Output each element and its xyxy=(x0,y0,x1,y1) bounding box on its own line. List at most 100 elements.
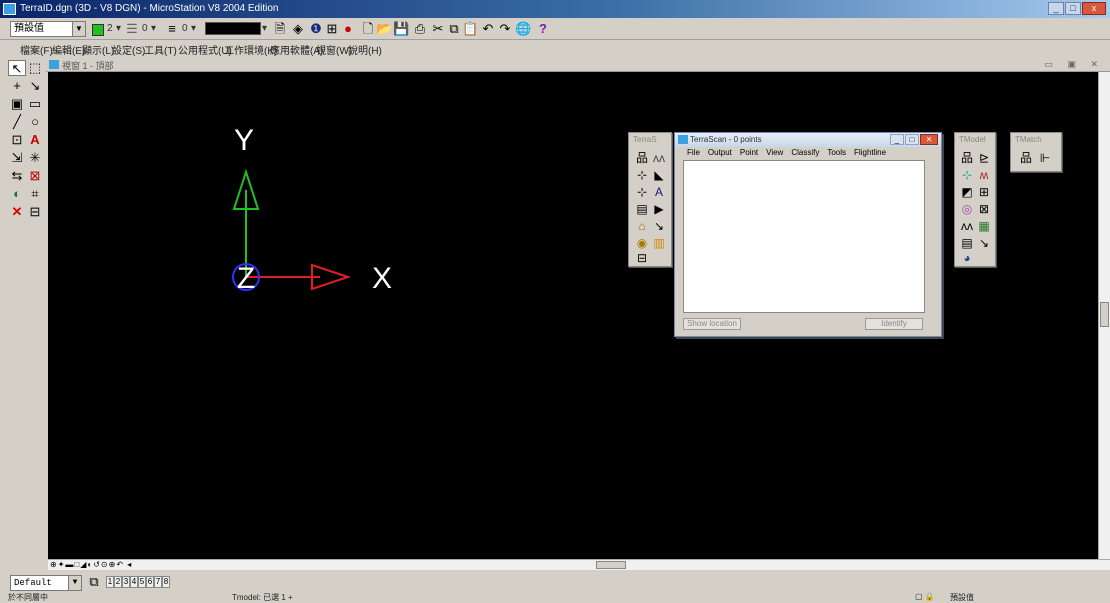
text-icon[interactable]: A xyxy=(26,132,44,148)
menu-file[interactable]: 檔案(F) xyxy=(20,42,53,57)
vertical-scroll-thumb[interactable] xyxy=(1100,302,1109,327)
tool-icon[interactable]: ʍ xyxy=(977,168,991,182)
tool-icon[interactable]: A xyxy=(652,185,666,199)
color-swatch-icon[interactable] xyxy=(90,21,106,37)
terrascan-titlebar[interactable]: TerraScan - 0 points _ □ ✕ xyxy=(675,133,941,147)
model-combo[interactable]: Default ▼ xyxy=(10,575,82,591)
lock-icon[interactable]: ▢ 🔒 xyxy=(915,592,935,601)
print-icon[interactable]: ⎙ xyxy=(412,21,428,37)
tool-icon[interactable]: ʌʌ xyxy=(652,151,666,165)
redo-icon[interactable]: ↷ xyxy=(497,21,513,37)
paste-icon[interactable]: 📋 xyxy=(462,21,478,37)
copy-element-icon[interactable]: ▣ xyxy=(8,96,26,112)
fill-icon[interactable]: ◈ xyxy=(290,21,306,37)
save-icon[interactable]: 💾 xyxy=(393,21,409,37)
view-window-controls[interactable]: ▭ ▣ ✕ xyxy=(1044,59,1104,70)
fence-icon[interactable]: ⬚ xyxy=(26,60,44,76)
menu-element[interactable]: 顯示(L) xyxy=(82,42,114,57)
terrascan-menu-output[interactable]: Output xyxy=(708,148,732,157)
chevron-down-icon[interactable]: ▼ xyxy=(72,22,85,36)
tool-icon[interactable]: 品 xyxy=(635,151,649,165)
element-template-icon[interactable]: 🗎 xyxy=(272,21,288,37)
point-list[interactable] xyxy=(683,160,925,313)
measure-icon[interactable]: ↘ xyxy=(26,78,44,94)
tmatch-toolbox[interactable]: TMatch 品 ⊩ xyxy=(1010,132,1062,172)
open-folder-icon[interactable]: 📂 xyxy=(376,21,392,37)
view-button-4[interactable]: 4 xyxy=(130,576,138,588)
view-button-7[interactable]: 7 xyxy=(154,576,162,588)
line-weight-icon[interactable]: ≡ xyxy=(164,21,180,37)
crosshair-icon[interactable]: + xyxy=(8,78,26,94)
tool-icon[interactable]: ⊟ xyxy=(635,251,649,265)
point-icon[interactable]: ✳ xyxy=(26,150,44,166)
circle-icon[interactable]: ○ xyxy=(26,114,44,130)
tool-icon[interactable]: ↘ xyxy=(652,219,666,233)
tool-icon[interactable]: ⊩ xyxy=(1038,151,1052,165)
menu-settings[interactable]: 設定(S) xyxy=(112,42,145,57)
tool-icon[interactable]: ⌂ xyxy=(635,219,649,233)
manipulate-icon[interactable]: ⊠ xyxy=(26,168,44,184)
terrascan-menu-file[interactable]: File xyxy=(687,148,700,157)
view-control-icons[interactable]: ⊕✦▬□◢◐↺⊙⊕↶ ◂ xyxy=(50,560,132,570)
menu-edit[interactable]: 編輯(E) xyxy=(52,42,85,57)
tool-icon[interactable]: ▶ xyxy=(652,202,666,216)
undo-icon[interactable]: ↶ xyxy=(480,21,496,37)
tool-icon[interactable]: ⊵ xyxy=(977,151,991,165)
line-icon[interactable]: ╱ xyxy=(8,114,26,130)
minimize-button[interactable]: _ xyxy=(890,134,904,145)
tool-icon[interactable]: 品 xyxy=(960,151,974,165)
view-button-8[interactable]: 8 xyxy=(162,576,170,588)
tool-icon[interactable]: ◕ xyxy=(960,251,974,265)
tool-icon[interactable]: ◎ xyxy=(960,202,974,216)
tool-icon[interactable]: ⊹ xyxy=(635,168,649,182)
maximize-button[interactable]: □ xyxy=(1065,2,1081,15)
modify-icon[interactable]: ⇆ xyxy=(8,168,26,184)
terrascan-menu-point[interactable]: Point xyxy=(740,148,758,157)
tool-icon[interactable]: ▤ xyxy=(960,236,974,250)
identify-button[interactable]: Identify xyxy=(865,318,923,330)
tool-icon[interactable]: ▥ xyxy=(652,236,666,250)
view-button-1[interactable]: 1 xyxy=(106,576,114,588)
tool-icon[interactable]: ◣ xyxy=(652,168,666,182)
tool-icon[interactable]: ⊹ xyxy=(960,168,974,182)
terrascan-menu-tools[interactable]: Tools xyxy=(827,148,846,157)
maximize-button[interactable]: □ xyxy=(905,134,919,145)
menu-window[interactable]: 視窗(W) xyxy=(316,42,352,57)
show-location-button[interactable]: Show location xyxy=(683,318,741,330)
minimize-button[interactable]: _ xyxy=(1048,2,1064,15)
chevron-down-icon[interactable]: ▾ xyxy=(116,21,121,37)
group-icon[interactable]: ⌗ xyxy=(26,186,44,202)
chevron-down-icon[interactable]: ▼ xyxy=(68,576,81,590)
record-icon[interactable]: ● xyxy=(340,21,356,37)
select-arrow-icon[interactable]: ↖ xyxy=(8,60,26,76)
view-button-6[interactable]: 6 xyxy=(146,576,154,588)
models-dialog-icon[interactable]: ⧉ xyxy=(86,574,102,590)
tool-icon[interactable]: ⊹ xyxy=(635,185,649,199)
tool-icon[interactable]: ʌʌ xyxy=(960,219,974,233)
tool-icon[interactable]: 品 xyxy=(1019,151,1033,165)
menu-tools[interactable]: 工具(T) xyxy=(144,42,177,57)
help-icon[interactable]: ? xyxy=(535,21,551,37)
terrascan-menu-classify[interactable]: Classify xyxy=(791,148,819,157)
tool-icon[interactable]: ▦ xyxy=(977,219,991,233)
tool-icon[interactable]: ◩ xyxy=(960,185,974,199)
copy-icon[interactable]: ⧉ xyxy=(446,21,462,37)
vertical-scrollbar[interactable] xyxy=(1098,72,1110,559)
view-button-3[interactable]: 3 xyxy=(122,576,130,588)
tmodel-toolbox[interactable]: TModel 品 ⊵ ⊹ ʍ ◩ ⊞ ◎ ⊠ ʌʌ ▦ ▤ ↘ ◕ xyxy=(954,132,996,267)
dimension-icon[interactable]: ⇲ xyxy=(8,150,26,166)
delete-icon[interactable]: ✕ xyxy=(8,204,26,220)
chevron-down-icon[interactable]: ▾ xyxy=(191,21,196,37)
line-style-icon[interactable]: ☰ xyxy=(124,21,140,37)
palette-icon[interactable]: ◐ xyxy=(8,186,26,202)
cell-icon[interactable]: ⊡ xyxy=(8,132,26,148)
tool-icon[interactable]: ◉ xyxy=(635,236,649,250)
tool-icon[interactable]: ▤ xyxy=(635,202,649,216)
terrascan-toolbox[interactable]: TerraS 品 ʌʌ ⊹ ◣ ⊹ A ▤ ▶ ⌂ ↘ ◉ ▥ ⊟ xyxy=(628,132,672,267)
cut-icon[interactable]: ✂ xyxy=(430,21,446,37)
view-button-5[interactable]: 5 xyxy=(138,576,146,588)
tool-icon[interactable]: ⊞ xyxy=(977,185,991,199)
tool-icon[interactable]: ⊠ xyxy=(977,202,991,216)
rectangle-icon[interactable]: ▭ xyxy=(26,96,44,112)
chevron-down-icon[interactable]: ▾ xyxy=(151,21,156,37)
